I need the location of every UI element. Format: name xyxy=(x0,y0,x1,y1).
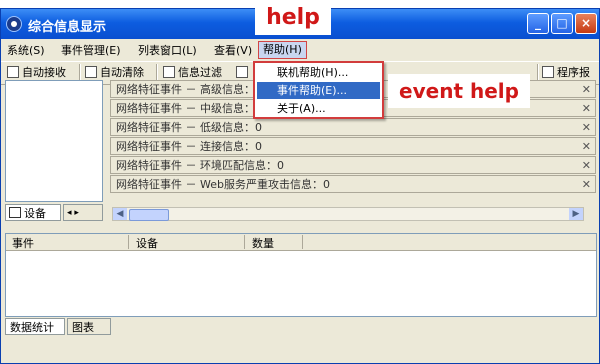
scroll-right-icon[interactable]: ▶ xyxy=(569,208,583,220)
event-label: 网络特征事件 － 低级信息：0 xyxy=(116,121,262,134)
toolbar-icon-button[interactable] xyxy=(236,65,251,81)
scrollbar-thumb[interactable] xyxy=(129,209,169,221)
close-icon[interactable]: ✕ xyxy=(582,157,591,173)
menu-item-online-help[interactable]: 联机帮助(H)... xyxy=(257,64,380,81)
column-header-event[interactable]: 事件 xyxy=(12,235,34,251)
event-label: 网络特征事件 － 环境匹配信息：0 xyxy=(116,159,284,172)
menu-list-window[interactable]: 列表窗口(L) xyxy=(138,43,197,59)
menu-event-management[interactable]: 事件管理(E) xyxy=(61,43,121,59)
horizontal-scrollbar[interactable]: ◀ ▶ xyxy=(112,207,584,221)
column-header-count[interactable]: 数量 xyxy=(252,235,274,251)
close-icon[interactable]: ✕ xyxy=(582,119,591,135)
info-filter-button[interactable]: 信息过滤 xyxy=(163,65,222,81)
column-separator[interactable] xyxy=(302,235,303,249)
column-header-device[interactable]: 设备 xyxy=(136,235,158,251)
maximize-button[interactable]: □ xyxy=(551,13,573,34)
auto-clear-button[interactable]: 自动清除 xyxy=(85,65,144,81)
alarm-icon xyxy=(542,66,554,78)
column-separator[interactable] xyxy=(244,235,245,249)
column-separator[interactable] xyxy=(128,235,129,249)
auto-receive-label: 自动接收 xyxy=(22,66,66,79)
tab-scroll-arrows[interactable]: ◂ ▸ xyxy=(63,204,103,221)
auto-receive-button[interactable]: 自动接收 xyxy=(7,65,66,81)
event-label: 网络特征事件 － 连接信息：0 xyxy=(116,140,262,153)
event-label: 网络特征事件 － 中级信息：0 xyxy=(116,102,262,115)
close-icon[interactable]: ✕ xyxy=(582,100,591,116)
tab-data-statistics[interactable]: 数据统计 xyxy=(5,318,65,335)
menu-item-about[interactable]: 关于(A)... xyxy=(257,100,380,117)
filter-icon xyxy=(163,66,175,78)
list-item[interactable]: 网络特征事件 － 连接信息：0 ✕ xyxy=(110,137,596,155)
left-tabs: 设备 ◂ ▸ xyxy=(5,204,105,222)
event-label: 网络特征事件 － 高级信息：0 xyxy=(116,83,262,96)
info-filter-label: 信息过滤 xyxy=(178,66,222,79)
auto-clear-label: 自动清除 xyxy=(100,66,144,79)
close-button[interactable]: × xyxy=(575,13,597,34)
program-alarm-button[interactable]: 程序报警 xyxy=(542,65,599,95)
scroll-left-icon[interactable]: ◀ xyxy=(113,208,127,220)
menu-help[interactable]: 帮助(H) xyxy=(258,41,307,59)
close-icon[interactable]: ✕ xyxy=(582,81,591,97)
help-dropdown-menu: 联机帮助(H)... 事件帮助(E)... 关于(A)... xyxy=(253,61,384,119)
window-title: 综合信息显示 xyxy=(28,20,107,35)
close-icon[interactable]: ✕ xyxy=(582,176,591,192)
list-item[interactable]: 网络特征事件 － Web服务严重攻击信息：0 ✕ xyxy=(110,175,596,193)
annotation-event-help: event help xyxy=(388,74,530,108)
menu-item-event-help[interactable]: 事件帮助(E)... xyxy=(257,82,380,99)
list-item[interactable]: 网络特征事件 － 环境匹配信息：0 ✕ xyxy=(110,156,596,174)
minimize-button[interactable]: _ xyxy=(527,13,549,34)
annotation-help: help xyxy=(255,1,331,35)
tab-device-label: 设备 xyxy=(24,207,46,220)
menu-view[interactable]: 查看(V) xyxy=(214,43,252,59)
table-header: 事件 设备 数量 xyxy=(6,234,596,251)
clear-icon xyxy=(85,66,97,78)
close-icon[interactable]: ✕ xyxy=(582,138,591,154)
event-label: 网络特征事件 － Web服务严重攻击信息：0 xyxy=(116,178,330,191)
menu-system[interactable]: 系统(S) xyxy=(7,43,45,59)
tab-device[interactable]: 设备 xyxy=(5,204,61,221)
menu-bar: 系统(S) 事件管理(E) 列表窗口(L) 查看(V) 帮助(H) xyxy=(1,40,599,60)
receive-icon xyxy=(7,66,19,78)
list-icon xyxy=(236,66,248,78)
list-item[interactable]: 网络特征事件 － 低级信息：0 ✕ xyxy=(110,118,596,136)
tab-chart[interactable]: 图表 xyxy=(67,318,111,335)
statistics-table: 事件 设备 数量 xyxy=(5,233,597,317)
device-tree-panel[interactable] xyxy=(5,80,103,202)
app-icon xyxy=(6,16,22,32)
device-icon xyxy=(9,207,21,218)
